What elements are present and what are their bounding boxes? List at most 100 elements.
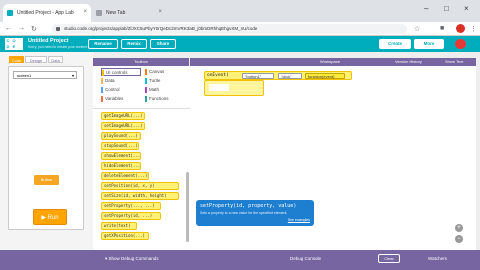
category-label: UI controls [106,70,128,75]
minimize-icon[interactable]: – [424,4,428,13]
tab-title: New Tab [106,10,126,16]
category-canvas[interactable]: Canvas [145,68,185,76]
category-swatch [101,96,103,102]
run-label: Run [47,215,59,221]
back-icon[interactable]: ← [5,25,12,32]
category-swatch [145,78,147,84]
extension-icon[interactable]: ■ [440,25,444,32]
share-button[interactable]: Share [150,39,176,49]
rename-button[interactable]: Rename [88,39,118,49]
category-control[interactable]: Control [101,86,141,94]
close-tab-icon[interactable]: × [83,9,87,15]
toolbox-block[interactable]: playSound(...) [101,132,141,140]
category-label: Functions [149,96,169,101]
category-swatch [145,96,147,102]
toolbox-block[interactable]: hideElement(...) [101,162,141,170]
category-label: Data [105,78,115,83]
category-label: Turtle [149,78,161,83]
toolbox-block[interactable]: setPosition(id, x, y) [101,182,179,190]
remix-button[interactable]: Remix [121,39,147,49]
lock-icon [56,27,60,31]
run-button[interactable]: ▶ Run [33,209,67,225]
category-label: Math [149,87,160,92]
category-functions[interactable]: Functions [145,95,185,103]
category-ui-controls[interactable]: UI controls [101,68,141,76]
logo-letter [17,44,23,50]
browser-tab-applab[interactable]: Untitled Project - App Lab × [3,4,91,22]
category-label: Control [105,87,120,92]
maximize-icon[interactable]: □ [444,4,449,13]
element-id-slot[interactable]: "button1" [242,73,274,79]
close-tab-icon[interactable]: × [158,9,162,15]
more-button[interactable]: More [414,39,444,49]
see-examples-link[interactable]: See examples [288,218,310,222]
data-mode-button[interactable]: Data [48,56,63,63]
zoom-in-icon[interactable]: + [455,224,463,232]
tooltip-signature: setProperty(id, property, value) [200,203,297,209]
url-field[interactable]: studio.code.org/projects/applab/ZlJXC5uP… [52,24,407,34]
category-data[interactable]: Data [101,77,141,85]
block-tooltip: setProperty(id, property, value) Sets a … [196,200,314,226]
browser-tab-new[interactable]: New Tab × [92,4,166,22]
category-list: UI controls Canvas Data Turtle Control M… [93,66,190,109]
toolbox-block[interactable]: deleteElement(...) [101,172,149,180]
watchers-title: Watchers [428,256,447,261]
toolbox-block[interactable]: setProperty(id, ...) [101,212,161,220]
event-type-slot[interactable]: "click" [278,73,302,79]
debug-bar: ▾ Show Debug Commands Debug Console Clea… [0,250,480,270]
toolbox-block[interactable]: setProperty(..., ...) [101,202,161,210]
url-text: studio.code.org/projects/applab/ZlJXC5uP… [64,26,258,31]
zoom-out-icon[interactable]: − [455,235,463,243]
newtab-favicon-icon [96,10,102,16]
callback-slot[interactable]: function(event) [305,73,345,79]
app-header: C O D E Untitled Project Sorry, you need… [0,36,480,52]
toolbox-scrollbar[interactable] [186,172,189,242]
onevent-block[interactable]: onEvent( "button1" "click" function(even… [204,71,352,80]
category-swatch [101,87,103,93]
design-mode-button[interactable]: Design [25,56,47,63]
close-window-icon[interactable]: × [464,4,469,13]
tooltip-description: Sets a property to a new value for the s… [200,211,288,215]
phone-frame: screen1 ▾ Button [8,66,84,230]
toolbox-block[interactable]: write(text) [101,222,137,230]
version-history-button[interactable]: Version History [395,58,422,66]
workspace-title: Workspace [320,59,340,64]
code-mode-button[interactable]: Code [9,56,24,63]
show-debug-commands-toggle[interactable]: ▾ Show Debug Commands [105,256,159,262]
toolbox-block[interactable]: getImageURL(...) [101,112,145,120]
toolbox-block[interactable]: getXPosition(...) [101,232,149,240]
zoom-controls: + − [455,224,469,248]
screen-dropdown-value: screen1 [17,73,32,78]
chevron-down-icon: ▾ [71,73,74,78]
applab-favicon-icon [7,10,13,16]
category-label: Variables [105,96,124,101]
toolbox-block[interactable]: setImageURL(...) [101,122,145,130]
debug-console-title: Debug Console [290,256,322,261]
function-body-socket[interactable] [209,84,229,91]
category-swatch [102,70,104,76]
toolbox-block[interactable]: setSize(id, width, height) [101,192,179,200]
screen-dropdown[interactable]: screen1 ▾ [13,71,77,79]
browser-tab-bar: Untitled Project - App Lab × New Tab × –… [0,0,480,22]
toolbox-block[interactable]: stopSound(...) [101,142,139,150]
category-turtle[interactable]: Turtle [145,77,185,85]
create-button[interactable]: Create [379,39,411,49]
menu-icon[interactable]: ⋮ [470,25,477,33]
category-math[interactable]: Math [145,86,185,94]
toolbox-block[interactable]: showElement(...) [101,152,141,160]
code-org-logo[interactable]: C O D E [5,38,23,50]
user-avatar[interactable] [455,39,466,49]
category-swatch [145,69,147,75]
clear-console-button[interactable]: Clear [378,254,400,263]
category-variables[interactable]: Variables [101,95,141,103]
address-toolbar: ← → ↻ studio.code.org/projects/applab/Zl… [0,22,480,36]
reload-icon[interactable]: ↻ [31,25,37,33]
profile-avatar[interactable] [456,24,465,33]
app-button1[interactable]: Button [34,175,59,185]
function-body-block[interactable] [204,80,264,96]
workspace-header: Workspace Version History Show Text [190,58,476,66]
toolbox: UI controls Canvas Data Turtle Control M… [93,66,190,250]
show-text-button[interactable]: Show Text [445,58,463,66]
star-icon[interactable]: ☆ [414,25,420,33]
forward-icon[interactable]: → [18,25,25,32]
